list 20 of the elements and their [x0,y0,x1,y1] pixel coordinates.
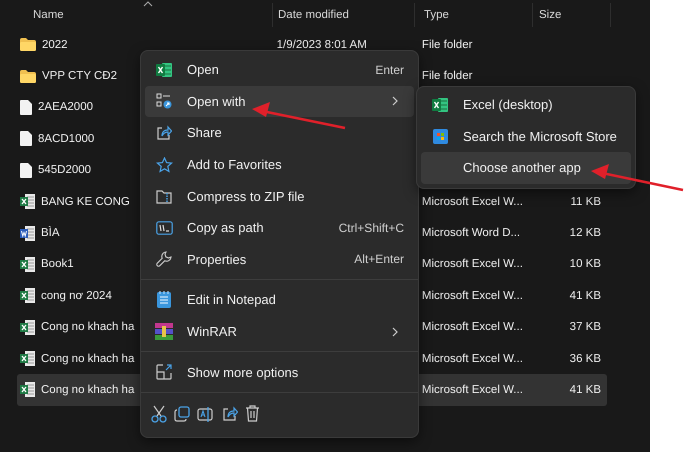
file-size: 36 KB [570,352,601,365]
file-type: Microsoft Excel W... [422,384,523,396]
file-type: Microsoft Excel W... [422,321,523,334]
shortcut-text: Alt+Enter [354,252,404,266]
file-size: 41 KB [570,384,601,396]
file-type: File folder [422,38,472,51]
file-size: 10 KB [570,258,601,270]
shortcut-text: Enter [375,62,404,77]
file-size: 11 KB [570,196,601,208]
file-type: Microsoft Word D... [422,227,520,240]
date-modified: 1/9/2023 8:01 AM [276,38,367,51]
file-type: Microsoft Excel W... [422,196,523,208]
shortcut-text: Ctrl+Shift+C [338,220,404,235]
file-type: Microsoft Excel W... [422,258,523,270]
file-size: 41 KB [570,290,601,302]
file-size: 37 KB [570,321,601,334]
file-type: Microsoft Excel W... [422,290,523,302]
file-size: 12 KB [570,227,601,240]
file-type: File folder [422,70,472,82]
file-type: Microsoft Excel W... [422,352,523,365]
